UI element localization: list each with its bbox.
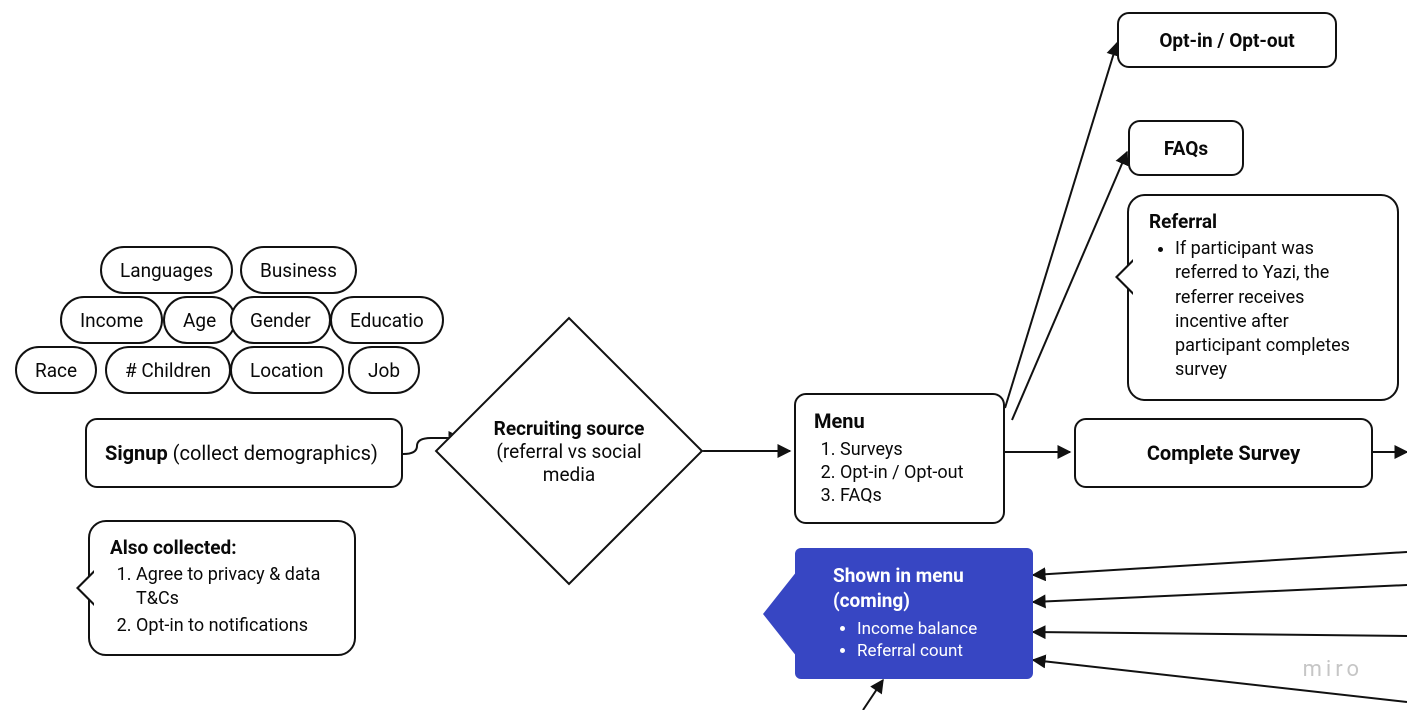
tag-gender: Gender <box>230 296 331 344</box>
miro-watermark: miro <box>1303 657 1363 682</box>
tag-label: Business <box>260 259 337 282</box>
menu-box: Menu Surveys Opt-in / Opt-out FAQs <box>794 393 1005 524</box>
tag-age: Age <box>163 296 236 344</box>
signup-box: Signup (collect demographics) <box>85 418 403 488</box>
shown-in-menu-list: Income balance Referral count <box>841 619 1007 661</box>
callout-pointer-icon <box>763 566 801 662</box>
recruiting-source-decision: Recruiting source (referral vs social me… <box>474 356 664 546</box>
referral-title: Referral <box>1149 210 1377 233</box>
list-item: If participant was referred to Yazi, the… <box>1175 237 1377 383</box>
tag-business: Business <box>240 246 357 294</box>
also-collected-title: Also collected: <box>110 536 334 559</box>
list-item: Agree to privacy & data T&Cs <box>136 563 334 612</box>
note-pointer-icon <box>1115 259 1133 295</box>
menu-title: Menu <box>814 409 985 433</box>
tag-languages: Languages <box>100 246 233 294</box>
tag-children: # Children <box>105 346 231 394</box>
list-item: Referral count <box>857 641 1007 661</box>
complete-survey-box: Complete Survey <box>1074 418 1373 488</box>
list-item: Opt-in / Opt-out <box>840 462 985 483</box>
list-item: Surveys <box>840 439 985 460</box>
faqs-box: FAQs <box>1128 120 1244 176</box>
tag-label: # Children <box>125 359 211 382</box>
tag-label: Gender <box>250 309 311 332</box>
tag-label: Age <box>183 309 216 332</box>
recruiting-subtitle: (referral vs social media <box>492 440 646 486</box>
tag-education: Educatio <box>330 296 444 344</box>
tag-label: Race <box>35 359 77 382</box>
shown-in-menu-title-l2: (coming) <box>833 589 910 612</box>
shown-in-menu-callout: Shown in menu (coming) Income balance Re… <box>795 548 1033 679</box>
also-collected-note: Also collected: Agree to privacy & data … <box>88 520 356 656</box>
tag-label: Income <box>80 309 143 332</box>
complete-survey-label: Complete Survey <box>1147 441 1300 465</box>
tag-label: Languages <box>120 259 213 282</box>
faqs-label: FAQs <box>1164 137 1208 160</box>
list-item: FAQs <box>840 485 985 506</box>
list-item: Opt-in to notifications <box>136 614 334 638</box>
opt-in-opt-out-box: Opt-in / Opt-out <box>1117 12 1337 68</box>
signup-title: Signup <box>105 441 168 465</box>
also-collected-list: Agree to privacy & data T&Cs Opt-in to n… <box>116 563 334 638</box>
tag-job: Job <box>348 346 420 394</box>
recruiting-title: Recruiting source <box>494 417 645 440</box>
referral-note: Referral If participant was referred to … <box>1127 194 1399 401</box>
tag-label: Educatio <box>350 309 424 332</box>
referral-list: If participant was referred to Yazi, the… <box>1155 237 1377 383</box>
list-item: Income balance <box>857 619 1007 639</box>
note-pointer-icon <box>76 570 94 606</box>
menu-list: Surveys Opt-in / Opt-out FAQs <box>820 439 985 506</box>
tag-location: Location <box>230 346 344 394</box>
tag-label: Location <box>250 359 324 382</box>
signup-subtitle: (collect demographics) <box>168 441 378 465</box>
shown-in-menu-title-l1: Shown in menu <box>833 564 964 587</box>
tag-label: Job <box>368 359 400 382</box>
opt-label: Opt-in / Opt-out <box>1159 29 1294 52</box>
tag-race: Race <box>15 346 97 394</box>
watermark-text: miro <box>1303 657 1363 682</box>
tag-income: Income <box>60 296 163 344</box>
